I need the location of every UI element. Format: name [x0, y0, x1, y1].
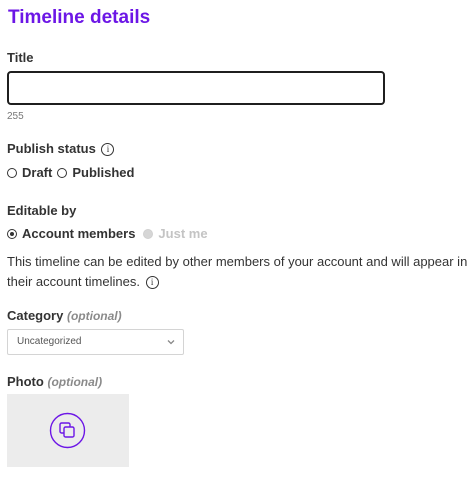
radio-label: Account members: [22, 226, 136, 241]
category-label-text: Category: [7, 308, 64, 323]
category-select[interactable]: Uncategorized: [7, 329, 184, 355]
editable-by-account-members-radio[interactable]: Account members: [7, 226, 135, 242]
editable-by-options: Account members Just me: [7, 226, 213, 242]
optional-tag: (optional): [47, 375, 103, 389]
photo-label-text: Photo: [7, 374, 44, 389]
radio-circle-icon: [143, 229, 154, 239]
publish-status-options: Draft Published: [7, 165, 139, 181]
title-label: Title: [7, 50, 34, 65]
category-label: Category (optional): [7, 308, 122, 324]
publish-status-draft-radio[interactable]: Draft: [7, 165, 52, 181]
radio-label: Published: [72, 165, 135, 180]
radio-circle-icon: [57, 168, 68, 178]
photo-upload-area[interactable]: [7, 394, 129, 467]
info-icon[interactable]: i: [145, 276, 159, 289]
editable-by-just-me-radio: Just me: [143, 226, 208, 242]
photo-label: Photo (optional): [7, 374, 102, 390]
publish-status-published-radio[interactable]: Published: [57, 165, 134, 181]
publish-status-label: Publish status i: [7, 141, 115, 157]
radio-circle-icon: [7, 168, 17, 178]
category-selected-value: Uncategorized: [17, 336, 82, 347]
editable-by-label: Editable by: [7, 203, 77, 218]
editable-by-description: This timeline can be edited by other mem…: [7, 252, 473, 292]
radio-checked-icon: [7, 229, 17, 239]
timeline-details-form: Timeline details Title 255 Publish statu…: [0, 0, 476, 480]
title-char-count: 255: [7, 111, 24, 122]
description-text: This timeline can be edited by other mem…: [7, 254, 468, 289]
title-input[interactable]: [7, 71, 385, 105]
radio-label: Just me: [158, 226, 208, 241]
radio-label: Draft: [22, 165, 53, 180]
photo-upload-icon: [49, 412, 86, 449]
page-title: Timeline details: [8, 7, 151, 28]
chevron-down-icon: [167, 340, 175, 345]
info-icon[interactable]: i: [101, 143, 115, 156]
publish-status-label-text: Publish status: [7, 141, 96, 156]
optional-tag: (optional): [66, 309, 122, 323]
